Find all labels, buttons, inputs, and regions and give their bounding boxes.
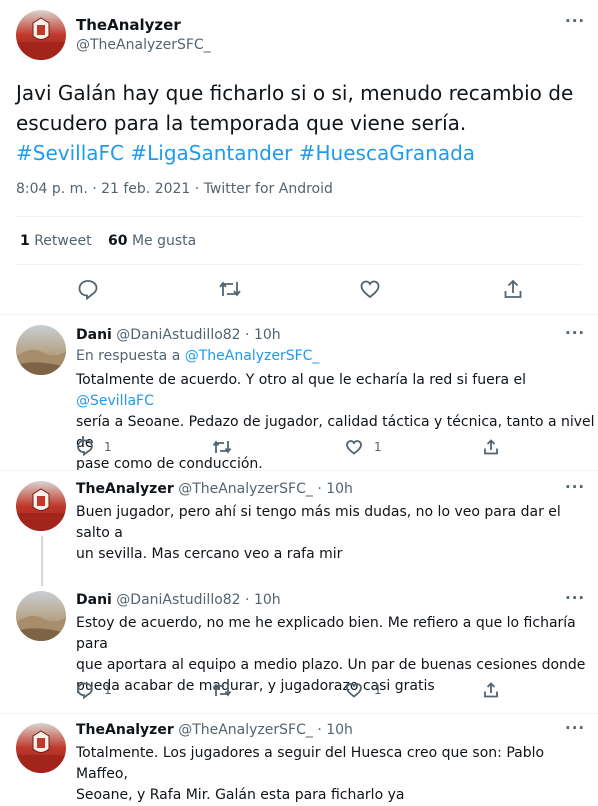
share-icon[interactable] [482,438,500,456]
reply-header: Dani @DaniAstudillo82 · 10h [76,327,281,343]
reply-time[interactable]: · 10h [317,722,353,738]
avatar-image [16,591,66,641]
retweet-icon[interactable] [218,278,242,300]
reply-count: 1 [104,683,112,697]
tweet-text-line: Javi Galán hay que ficharlo si o si, men… [16,81,574,105]
author-name[interactable]: Dani [76,592,112,608]
mention-link[interactable]: @SevillaFC [76,393,154,409]
divider [0,713,598,714]
like-icon[interactable] [359,278,381,300]
retweet-stat[interactable]: 1 Retweet [20,233,92,249]
like-label: Me gusta [131,233,197,249]
reply-text-line: Estoy de acuerdo, no me he explicado bie… [76,615,576,652]
more-options-icon[interactable]: ··· [565,12,585,30]
like-icon[interactable] [345,681,363,699]
reply-icon[interactable] [76,681,94,699]
main-action-bar [0,278,598,302]
retweet-count: 1 [20,233,30,249]
avatar-image [16,723,66,773]
avatar[interactable] [16,591,66,641]
reply-time[interactable]: · 10h [245,327,281,343]
reply-text: Totalmente de acuerdo. Y otro al que le … [76,370,598,475]
author-name[interactable]: TheAnalyzer [76,722,174,738]
divider [16,216,582,217]
reply-prefix: En respuesta a [76,348,181,364]
like-count: 60 [108,233,128,249]
reply-time[interactable]: · 10h [245,592,281,608]
author-name[interactable]: TheAnalyzer [76,16,181,34]
like-stat[interactable]: 60 Me gusta [108,233,196,249]
avatar[interactable] [16,325,66,375]
retweet-icon[interactable] [212,681,232,699]
tweet-text: Javi Galán hay que ficharlo si o si, men… [16,78,573,168]
reply-text-line: Totalmente. Los jugadores a seguir del H… [76,745,545,782]
hashtag-link[interactable]: #LigaSantander [130,141,292,165]
reply-count: 1 [104,440,112,454]
author-handle[interactable]: @TheAnalyzerSFC_ [178,481,313,497]
reply-context: En respuesta a @TheAnalyzerSFC_ [76,348,319,364]
more-options-icon[interactable]: ··· [565,719,585,737]
like-count: 1 [374,440,382,454]
reply-header: TheAnalyzer @TheAnalyzerSFC_ · 10h [76,481,353,497]
author-handle[interactable]: @DaniAstudillo82 [116,592,240,608]
like-count: 1 [374,683,382,697]
reply-text-line: Seoane, y Rafa Mir. Galán esta para fich… [76,787,405,803]
author-name[interactable]: Dani [76,327,112,343]
avatar-image [16,481,66,531]
like-icon[interactable] [345,438,363,456]
reply-header: TheAnalyzer @TheAnalyzerSFC_ · 10h [76,722,353,738]
more-options-icon[interactable]: ··· [565,478,585,496]
more-options-icon[interactable]: ··· [565,589,585,607]
author-name[interactable]: TheAnalyzer [76,481,174,497]
reply-text-line: un sevilla. Mas cercano veo a rafa mir [76,546,343,562]
reply-text: Buen jugador, pero ahí si tengo más mis … [76,502,598,565]
reply-text: Totalmente. Los jugadores a seguir del H… [76,743,598,806]
reply-text-line: Totalmente de acuerdo. Y otro al que le … [76,370,598,412]
reply-icon[interactable] [77,278,99,300]
author-handle[interactable]: @TheAnalyzerSFC_ [76,37,211,53]
reply-text-line: Buen jugador, pero ahí si tengo más mis … [76,504,561,541]
reply-header: Dani @DaniAstudillo82 · 10h [76,592,281,608]
hashtag-link[interactable]: #HuescaGranada [299,141,475,165]
reply-time[interactable]: · 10h [317,481,353,497]
reply-action-bar: 1 1 [0,438,598,458]
avatar[interactable] [16,10,66,60]
avatar[interactable] [16,723,66,773]
reply-action-bar: 1 1 [0,681,598,701]
author-handle[interactable]: @DaniAstudillo82 [116,327,240,343]
mention-link[interactable]: @TheAnalyzerSFC_ [185,348,320,364]
retweet-label: Retweet [34,233,92,249]
avatar-image [16,10,66,60]
divider [0,470,598,471]
tweet-text-line: escudero para la temporada que viene ser… [16,111,467,135]
avatar-image [16,325,66,375]
thread-line [41,536,43,586]
share-icon[interactable] [502,278,524,300]
avatar[interactable] [16,481,66,531]
reply-text-line: que aportara al equipo a medio plazo. Un… [76,657,586,673]
retweet-icon[interactable] [212,438,232,456]
tweet-meta[interactable]: 8:04 p. m. · 21 feb. 2021 · Twitter for … [16,181,333,197]
more-options-icon[interactable]: ··· [565,324,585,342]
divider [0,314,598,315]
reply-icon[interactable] [76,438,94,456]
divider [16,264,582,265]
hashtags: #SevillaFC #LigaSantander #HuescaGranada [16,138,573,168]
share-icon[interactable] [482,681,500,699]
hashtag-link[interactable]: #SevillaFC [16,141,124,165]
author-handle[interactable]: @TheAnalyzerSFC_ [178,722,313,738]
reply-text-span: Totalmente de acuerdo. Y otro al que le … [76,372,527,388]
